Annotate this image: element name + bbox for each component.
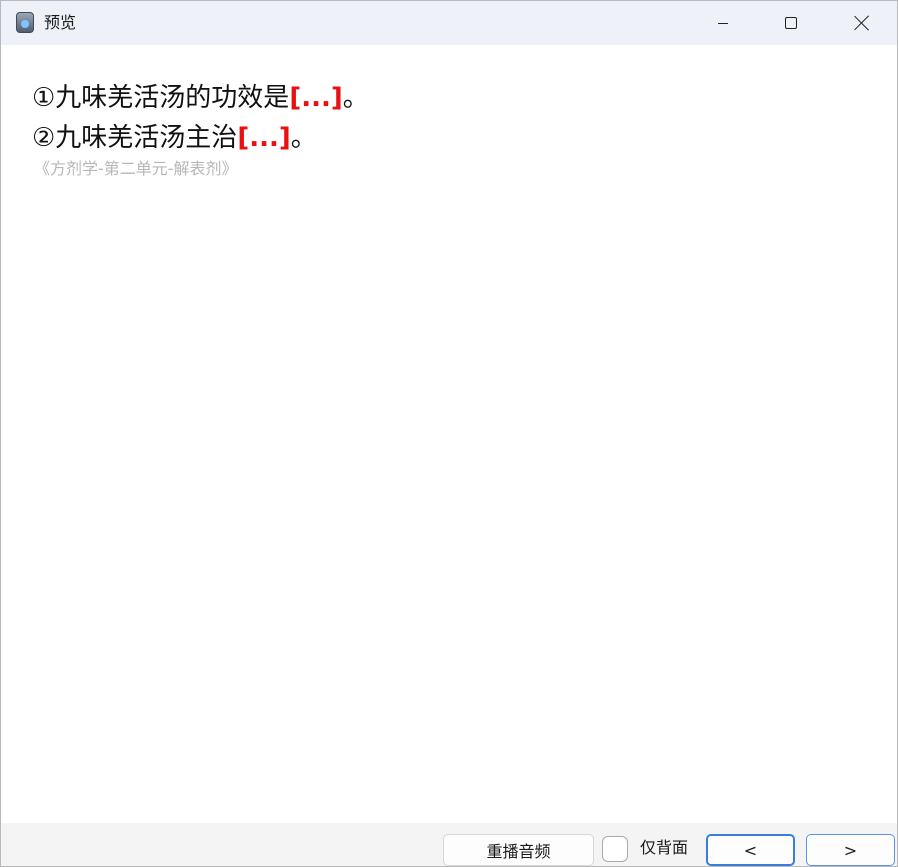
card-line-1-text: ①九味羌活汤的功效是 — [32, 83, 290, 113]
maximize-icon — [785, 17, 797, 29]
maximize-button[interactable] — [756, 1, 826, 45]
card-line-2: ②九味羌活汤主治[...]。 — [32, 121, 317, 155]
card-line-2-end: 。 — [290, 123, 317, 153]
app-icon — [16, 12, 34, 33]
minimize-button[interactable] — [688, 1, 758, 45]
card-line-1: ①九味羌活汤的功效是[...]。 — [32, 81, 369, 115]
back-only-label[interactable]: 仅背面 — [640, 838, 688, 858]
cloze-placeholder-2: [...] — [237, 123, 291, 153]
next-button[interactable]: > — [806, 834, 895, 866]
preview-window: 预览 ①九味羌活汤的功效是[...]。 ②九味羌活汤主治[...]。 《方剂学-… — [0, 0, 898, 867]
title-bar[interactable]: 预览 — [1, 1, 897, 45]
card-line-1-end: 。 — [342, 83, 369, 113]
close-icon — [854, 15, 870, 31]
window-title: 预览 — [44, 13, 77, 32]
bottom-toolbar: 重播音频 仅背面 < > — [1, 823, 897, 866]
back-only-checkbox[interactable] — [602, 836, 628, 862]
minimize-icon — [718, 22, 728, 24]
card-line-2-text: ②九味羌活汤主治 — [32, 123, 238, 153]
source-label: 《方剂学-第二单元-解表剂》 — [34, 159, 238, 178]
previous-button[interactable]: < — [706, 834, 795, 866]
cloze-placeholder-1: [...] — [289, 83, 343, 113]
close-button[interactable] — [827, 1, 897, 45]
card-preview-area: ①九味羌活汤的功效是[...]。 ②九味羌活汤主治[...]。 《方剂学-第二单… — [1, 45, 897, 823]
replay-audio-button[interactable]: 重播音频 — [443, 834, 594, 866]
